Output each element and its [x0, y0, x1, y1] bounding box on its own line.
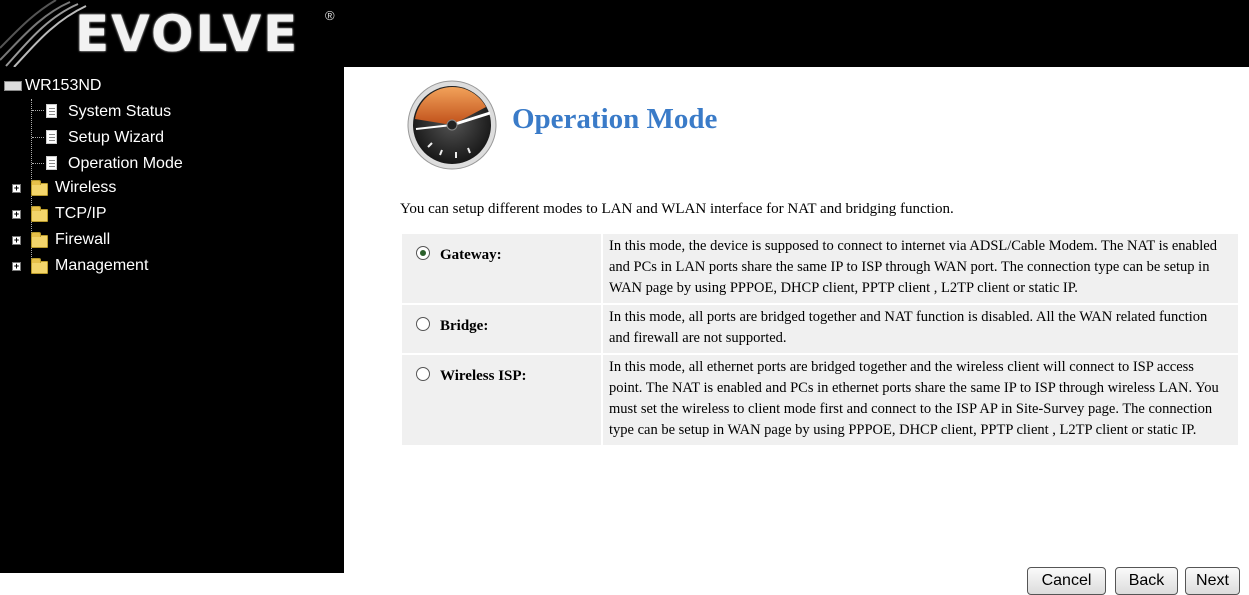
expand-icon[interactable]: +	[12, 184, 21, 193]
mode-description: In this mode, the device is supposed to …	[601, 234, 1238, 303]
mode-row-gateway: Gateway: In this mode, the device is sup…	[402, 234, 1238, 303]
page-title: Operation Mode	[512, 103, 718, 135]
logo: EVOLVE	[75, 5, 300, 63]
operation-mode-table: Gateway: In this mode, the device is sup…	[402, 232, 1238, 447]
tree-connector	[32, 110, 44, 111]
next-button[interactable]: Next	[1185, 567, 1240, 595]
sidebar-menu: WR153ND System Status Setup Wizard Opera…	[0, 67, 344, 573]
cancel-button[interactable]: Cancel	[1027, 567, 1106, 595]
sidebar-item-label: Operation Mode	[68, 155, 183, 172]
tree-connector	[32, 163, 44, 164]
sidebar-item-label: Firewall	[55, 231, 111, 248]
mode-option-gateway[interactable]: Gateway:	[402, 234, 601, 303]
expand-icon[interactable]: +	[12, 262, 21, 271]
sidebar-item-label: Setup Wizard	[68, 129, 165, 146]
gauge-icon	[407, 80, 497, 170]
page-icon	[46, 104, 57, 118]
mode-option-wireless-isp[interactable]: Wireless ISP:	[402, 355, 601, 445]
mode-option-bridge[interactable]: Bridge:	[402, 305, 601, 353]
header-bar: EVOLVE ®	[0, 0, 1249, 67]
mode-description: In this mode, all ethernet ports are bri…	[601, 355, 1238, 445]
folder-icon	[31, 232, 48, 248]
router-icon	[4, 81, 22, 91]
registered-mark: ®	[325, 8, 335, 23]
folder-icon	[31, 180, 48, 196]
wireless-isp-radio[interactable]	[416, 367, 430, 381]
folder-icon	[31, 258, 48, 274]
expand-icon[interactable]: +	[12, 236, 21, 245]
tree-connector	[32, 137, 44, 138]
mode-row-bridge: Bridge: In this mode, all ports are brid…	[402, 305, 1238, 353]
mode-description: In this mode, all ports are bridged toge…	[601, 305, 1238, 353]
mode-row-wireless-isp: Wireless ISP: In this mode, all ethernet…	[402, 355, 1238, 445]
mode-label: Bridge:	[440, 318, 489, 334]
sidebar-item-label: TCP/IP	[55, 205, 107, 222]
mode-label: Gateway:	[440, 247, 502, 263]
mode-label: Wireless ISP:	[440, 368, 527, 384]
page-icon	[46, 156, 57, 170]
main-content: Operation Mode You can setup different m…	[344, 67, 1249, 595]
expand-icon[interactable]: +	[12, 210, 21, 219]
sidebar-item-label: Wireless	[55, 179, 117, 196]
sidebar-item-label: Management	[55, 257, 149, 274]
page-description: You can setup different modes to LAN and…	[400, 201, 954, 217]
folder-icon	[31, 206, 48, 222]
sidebar-item-label: System Status	[68, 103, 172, 120]
back-button[interactable]: Back	[1115, 567, 1178, 595]
page-icon	[46, 130, 57, 144]
tree-root-label: WR153ND	[25, 77, 102, 94]
bridge-radio[interactable]	[416, 317, 430, 331]
gateway-radio[interactable]	[416, 246, 430, 260]
